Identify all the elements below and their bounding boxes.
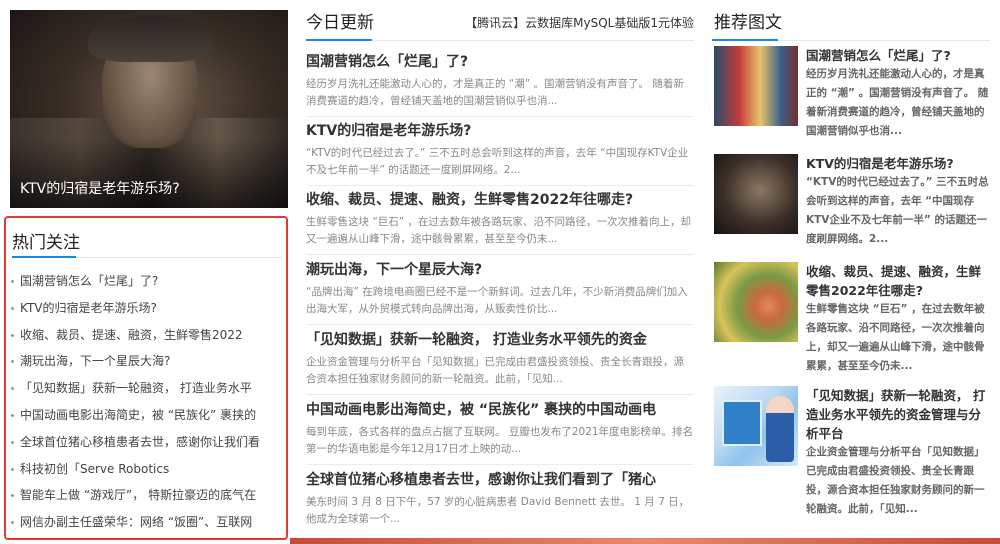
article-title[interactable]: 潮玩出海，下一个星辰大海? <box>306 260 694 280</box>
recommended-text: KTV的归宿是老年游乐场? “KTV的时代已经过去了。” 三不五时总会听到这样的… <box>806 154 990 249</box>
recommended-item-summary: 经历岁月洗礼还能激动人心的，才是真正的 “潮” 。国潮营销没有声音了。 随着新消… <box>806 68 989 137</box>
hero-caption[interactable]: KTV的归宿是老年游乐场? <box>20 178 180 198</box>
article-summary: “KTV的时代已经过去了。” 三不五时总会听到这样的声音，去年 “中国现存KTV… <box>306 147 689 176</box>
article-item: 中国动画电影出海简史，被 “民族化” 裹挟的中国动画电 每到年底，各式各样的盘点… <box>306 400 694 465</box>
article-summary: 经历岁月洗礼还能激动人心的，才是真正的 “潮” 。国潮营销没有声音了。 随着新消… <box>306 78 684 107</box>
recommended-thumbnail[interactable] <box>714 386 798 466</box>
person-shape <box>766 396 794 462</box>
hot-topic-item[interactable]: 全球首位猪心移植患者去世，感谢你让我们看 <box>10 429 280 456</box>
left-column: KTV的归宿是老年游乐场? 热门关注 国潮营销怎么「烂尾」了? KTV的归宿是老… <box>0 0 292 544</box>
article-divider <box>306 185 694 186</box>
recommended-thumbnail[interactable] <box>714 154 798 234</box>
article-item: 全球首位猪心移植患者去世，感谢你让我们看到了「猪心 美东时间 3 月 8 日下午… <box>306 470 694 528</box>
article-item: 收缩、裁员、提速、融资，生鲜零售2022年往哪走? 生鲜零售这块 “巨石” ，在… <box>306 190 694 255</box>
recommended-text: 收缩、裁员、提速、融资，生鲜零售2022年往哪走? 生鲜零售这块 “巨石” ，在… <box>806 262 990 376</box>
article-summary: 企业资金管理与分析平台「见知数据」已完成由君盛投资领投、贵全长青跟投，源合资本担… <box>306 356 684 385</box>
article-title[interactable]: 收缩、裁员、提速、融资，生鲜零售2022年往哪走? <box>306 190 694 210</box>
article-title[interactable]: 「见知数据」获新一轮融资， 打造业务水平领先的资金 <box>306 330 694 350</box>
hot-topic-item[interactable]: 潮玩出海，下一个星辰大海? <box>10 348 280 375</box>
article-divider <box>306 394 694 395</box>
article-title[interactable]: KTV的归宿是老年游乐场? <box>306 121 694 141</box>
hot-topic-item[interactable]: 收缩、裁员、提速、融资，生鲜零售2022 <box>10 322 280 349</box>
recommended-item-summary: “KTV的时代已经过去了。” 三不五时总会听到这样的声音，去年 “中国现存KTV… <box>806 176 989 245</box>
article-summary: “品牌出海” 在跨境电商圈已经不是一个新鲜词。过去几年，不少新消费品牌们加入出海… <box>306 286 688 315</box>
recommended-underline <box>712 39 778 41</box>
article-divider <box>306 464 694 465</box>
hot-topic-item[interactable]: 科技初创「Serve Robotics <box>10 456 280 483</box>
recommended-item-title[interactable]: 收缩、裁员、提速、融资，生鲜零售2022年往哪走? <box>806 262 990 300</box>
recommended-item-summary: 生鲜零售这块 “巨石” ，在过去数年被各路玩家、沿不同路径，一次次推着向上，却又… <box>806 303 985 372</box>
hot-topic-item[interactable]: 智能车上做 “游戏厅”， 特斯拉豪迈的底气在 <box>10 482 280 509</box>
hot-topics-list: 国潮营销怎么「烂尾」了? KTV的归宿是老年游乐场? 收缩、裁员、提速、融资，生… <box>10 268 280 536</box>
hot-topic-item[interactable]: 国潮营销怎么「烂尾」了? <box>10 268 280 295</box>
article-summary: 美东时间 3 月 8 日下午，57 岁的心脏病患者 David Bennett … <box>306 496 690 525</box>
article-title[interactable]: 国潮营销怎么「烂尾」了? <box>306 52 694 72</box>
ad-link[interactable]: 【腾讯云】云数据库MySQL基础版1元体验 <box>465 14 694 31</box>
article-summary: 生鲜零售这块 “巨石” ，在过去数年被各路玩家、沿不同路径，一次次推着向上，却又… <box>306 216 692 245</box>
recommended-item-title[interactable]: 国潮营销怎么「烂尾」了? <box>806 46 990 65</box>
hero-hat-shape <box>88 16 212 62</box>
hero-image[interactable]: KTV的归宿是老年游乐场? <box>10 10 288 208</box>
article-title[interactable]: 中国动画电影出海简史，被 “民族化” 裹挟的中国动画电 <box>306 400 694 420</box>
hot-topics-underline <box>12 256 76 258</box>
hot-topics-title: 热门关注 <box>12 233 80 253</box>
article-divider <box>306 254 694 255</box>
recommended-item-title[interactable]: 「见知数据」获新一轮融资， 打造业务水平领先的资金管理与分析平台 <box>806 386 990 443</box>
article-item: KTV的归宿是老年游乐场? “KTV的时代已经过去了。” 三不五时总会听到这样的… <box>306 121 694 186</box>
today-updates-underline <box>306 39 372 41</box>
hot-topic-item[interactable]: KTV的归宿是老年游乐场? <box>10 295 280 322</box>
hot-topic-item[interactable]: 「见知数据」获新一轮融资， 打造业务水平 <box>10 375 280 402</box>
article-divider <box>306 116 694 117</box>
article-divider <box>306 324 694 325</box>
recommended-title: 推荐图文 <box>714 13 782 33</box>
recommended-column: 推荐图文 国潮营销怎么「烂尾」了? 经历岁月洗礼还能激动人心的，才是真正的 “潮… <box>712 0 992 544</box>
article-item: 潮玩出海，下一个星辰大海? “品牌出海” 在跨境电商圈已经不是一个新鲜词。过去几… <box>306 260 694 325</box>
hot-topics-panel: 热门关注 国潮营销怎么「烂尾」了? KTV的归宿是老年游乐场? 收缩、裁员、提速… <box>4 216 288 540</box>
today-updates-header: 今日更新 【腾讯云】云数据库MySQL基础版1元体验 <box>306 8 694 41</box>
article-item: 国潮营销怎么「烂尾」了? 经历岁月洗礼还能激动人心的，才是真正的 “潮” 。国潮… <box>306 52 694 117</box>
recommended-text: 「见知数据」获新一轮融资， 打造业务水平领先的资金管理与分析平台 企业资金管理与… <box>806 386 990 519</box>
today-updates-column: 今日更新 【腾讯云】云数据库MySQL基础版1元体验 国潮营销怎么「烂尾」了? … <box>306 0 694 544</box>
today-updates-title: 今日更新 <box>306 13 374 33</box>
recommended-item-title[interactable]: KTV的归宿是老年游乐场? <box>806 154 990 173</box>
article-title[interactable]: 全球首位猪心移植患者去世，感谢你让我们看到了「猪心 <box>306 470 694 490</box>
recommended-text: 国潮营销怎么「烂尾」了? 经历岁月洗礼还能激动人心的，才是真正的 “潮” 。国潮… <box>806 46 990 141</box>
article-item: 「见知数据」获新一轮融资， 打造业务水平领先的资金 企业资金管理与分析平台「见知… <box>306 330 694 395</box>
screen-shape <box>722 400 762 446</box>
hot-topic-item[interactable]: 网信办副主任盛荣华：网络 “饭圈”、互联网 <box>10 509 280 536</box>
hot-topic-item[interactable]: 中国动画电影出海简史，被 “民族化” 裹挟的 <box>10 402 280 429</box>
recommended-thumbnail[interactable] <box>714 262 798 342</box>
recommended-thumbnail[interactable] <box>714 46 798 126</box>
recommended-item-summary: 企业资金管理与分析平台「见知数据」已完成由君盛投资领投、贵全长青跟投，源合资本担… <box>806 446 985 515</box>
bottom-banner-strip <box>290 538 1000 544</box>
article-summary: 每到年底，各式各样的盘点占据了互联网。 豆瓣也发布了2021年度电影榜单。排名第… <box>306 426 694 455</box>
